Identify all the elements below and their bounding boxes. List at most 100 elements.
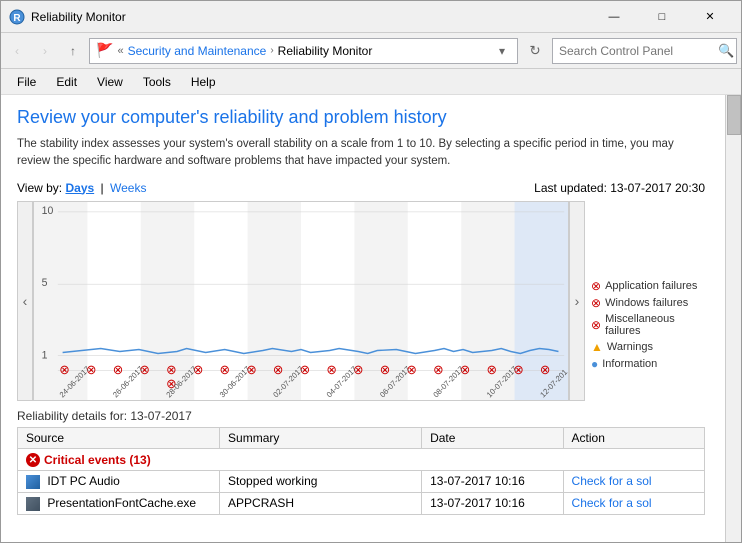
svg-text:⊗: ⊗ — [487, 363, 497, 377]
critical-events-label: Critical events (13) — [44, 453, 151, 467]
description-text: The stability index assesses your system… — [17, 136, 725, 171]
col-source: Source — [18, 427, 220, 448]
svg-text:⊗: ⊗ — [113, 363, 123, 377]
breadcrumb-prefix: « — [117, 45, 123, 57]
last-updated-label: Last updated: — [534, 181, 607, 195]
view-days-link[interactable]: Days — [65, 181, 94, 195]
last-updated: Last updated: 13-07-2017 20:30 — [534, 181, 705, 195]
maximize-button[interactable]: □ — [639, 3, 685, 31]
search-box: 🔍 — [552, 38, 737, 64]
svg-text:⊗: ⊗ — [273, 363, 283, 377]
source-cell: PresentationFontCache.exe — [18, 492, 220, 514]
breadcrumb-bar: 🚩 « Security and Maintenance › Reliabili… — [89, 38, 518, 64]
view-by-controls: View by: Days | Weeks — [17, 181, 146, 195]
reliability-monitor-window: R Reliability Monitor — □ ✕ ‹ › ↑ 🚩 « Se… — [0, 0, 742, 543]
view-by-label: View by: — [17, 181, 62, 195]
table-row: PresentationFontCache.exe APPCRASH 13-07… — [18, 492, 705, 514]
breadcrumb-separator: › — [270, 45, 273, 56]
page-title: Review your computer's reliability and p… — [17, 107, 725, 128]
svg-text:⊗: ⊗ — [326, 363, 336, 377]
search-input[interactable] — [559, 44, 714, 58]
title-bar-icon: R — [9, 9, 25, 25]
details-section: Reliability details for: 13-07-2017 Sour… — [17, 409, 725, 515]
legend-windows-failures-label: Windows failures — [605, 297, 688, 309]
menu-bar: File Edit View Tools Help — [1, 69, 741, 95]
col-summary: Summary — [220, 427, 422, 448]
svg-text:⊗: ⊗ — [59, 363, 69, 377]
svg-text:10: 10 — [42, 204, 54, 216]
legend-misc-failures: ⊗ Miscellaneous failures — [591, 313, 699, 337]
scrollbar-thumb[interactable] — [727, 95, 741, 135]
source-name: IDT PC Audio — [47, 474, 119, 488]
critical-events-cell: ✕ Critical events (13) — [18, 448, 705, 471]
source-cell: IDT PC Audio — [18, 471, 220, 493]
legend-information: ● Information — [591, 357, 699, 371]
breadcrumb-current: Reliability Monitor — [278, 44, 373, 58]
chart-container: ‹ 10 5 1 — [17, 201, 705, 401]
refresh-button[interactable]: ↻ — [522, 38, 548, 64]
breadcrumb-dropdown-icon[interactable]: ▾ — [493, 39, 511, 63]
col-date: Date — [422, 427, 563, 448]
svg-text:1: 1 — [42, 349, 48, 361]
chart-scroll-right[interactable]: › — [569, 201, 585, 401]
svg-text:⊗: ⊗ — [433, 363, 443, 377]
up-button[interactable]: ↑ — [61, 39, 85, 63]
view-separator: | — [101, 181, 104, 195]
address-bar: ‹ › ↑ 🚩 « Security and Maintenance › Rel… — [1, 33, 741, 69]
svg-text:5: 5 — [42, 276, 48, 288]
source-name: PresentationFontCache.exe — [47, 496, 196, 510]
svg-text:⊗: ⊗ — [220, 363, 230, 377]
details-title: Reliability details for: 13-07-2017 — [17, 409, 705, 423]
table-row: IDT PC Audio Stopped working 13-07-2017 … — [18, 471, 705, 493]
menu-help[interactable]: Help — [183, 73, 224, 91]
menu-file[interactable]: File — [9, 73, 44, 91]
legend-app-failures-label: Application failures — [605, 280, 697, 292]
app-small-icon — [26, 497, 40, 511]
critical-events-row: ✕ Critical events (13) — [18, 448, 705, 471]
forward-button[interactable]: › — [33, 39, 57, 63]
window-controls: — □ ✕ — [591, 3, 733, 31]
chart-svg: 10 5 1 ⊗ — [34, 202, 568, 400]
action-link[interactable]: Check for a sol — [572, 474, 652, 488]
action-link[interactable]: Check for a sol — [572, 496, 652, 510]
svg-text:R: R — [13, 13, 21, 24]
legend-windows-failures: ⊗ Windows failures — [591, 296, 699, 310]
title-bar: R Reliability Monitor — □ ✕ — [1, 1, 741, 33]
menu-edit[interactable]: Edit — [48, 73, 85, 91]
svg-text:⊗: ⊗ — [166, 363, 176, 377]
chart-wrapper: ‹ 10 5 1 — [17, 201, 705, 401]
details-table: Source Summary Date Action ✕ Critical ev… — [17, 427, 705, 515]
summary-cell: Stopped working — [220, 471, 422, 493]
col-action: Action — [563, 427, 704, 448]
view-weeks-link[interactable]: Weeks — [110, 181, 146, 195]
svg-text:⊗: ⊗ — [380, 363, 390, 377]
breadcrumb-security-link[interactable]: Security and Maintenance — [128, 44, 267, 58]
critical-events-icon: ✕ Critical events (13) — [26, 453, 151, 467]
chart-scroll-left[interactable]: ‹ — [17, 201, 33, 401]
main-content: Review your computer's reliability and p… — [1, 95, 741, 542]
chart-legend: ⊗ Application failures ⊗ Windows failure… — [585, 201, 705, 401]
legend-warnings: ▲ Warnings — [591, 340, 699, 354]
menu-tools[interactable]: Tools — [135, 73, 179, 91]
back-button[interactable]: ‹ — [5, 39, 29, 63]
close-button[interactable]: ✕ — [687, 3, 733, 31]
legend-warnings-label: Warnings — [607, 341, 653, 353]
chart-area[interactable]: 10 5 1 ⊗ — [33, 201, 569, 401]
app-icon — [26, 475, 40, 489]
menu-view[interactable]: View — [89, 73, 131, 91]
svg-text:⊗: ⊗ — [540, 363, 550, 377]
date-cell: 13-07-2017 10:16 — [422, 492, 563, 514]
action-cell: Check for a sol — [563, 471, 704, 493]
action-cell: Check for a sol — [563, 492, 704, 514]
minimize-button[interactable]: — — [591, 3, 637, 31]
summary-cell: APPCRASH — [220, 492, 422, 514]
scrollbar-track[interactable] — [725, 95, 741, 542]
legend-app-failures: ⊗ Application failures — [591, 279, 699, 293]
error-circle-icon: ✕ — [26, 453, 40, 467]
date-cell: 13-07-2017 10:16 — [422, 471, 563, 493]
window-title: Reliability Monitor — [31, 10, 591, 24]
legend-misc-failures-label: Miscellaneous failures — [605, 313, 699, 337]
last-updated-value: 13-07-2017 20:30 — [610, 181, 705, 195]
search-icon: 🔍 — [718, 43, 734, 59]
view-by-row: View by: Days | Weeks Last updated: 13-0… — [17, 181, 725, 195]
